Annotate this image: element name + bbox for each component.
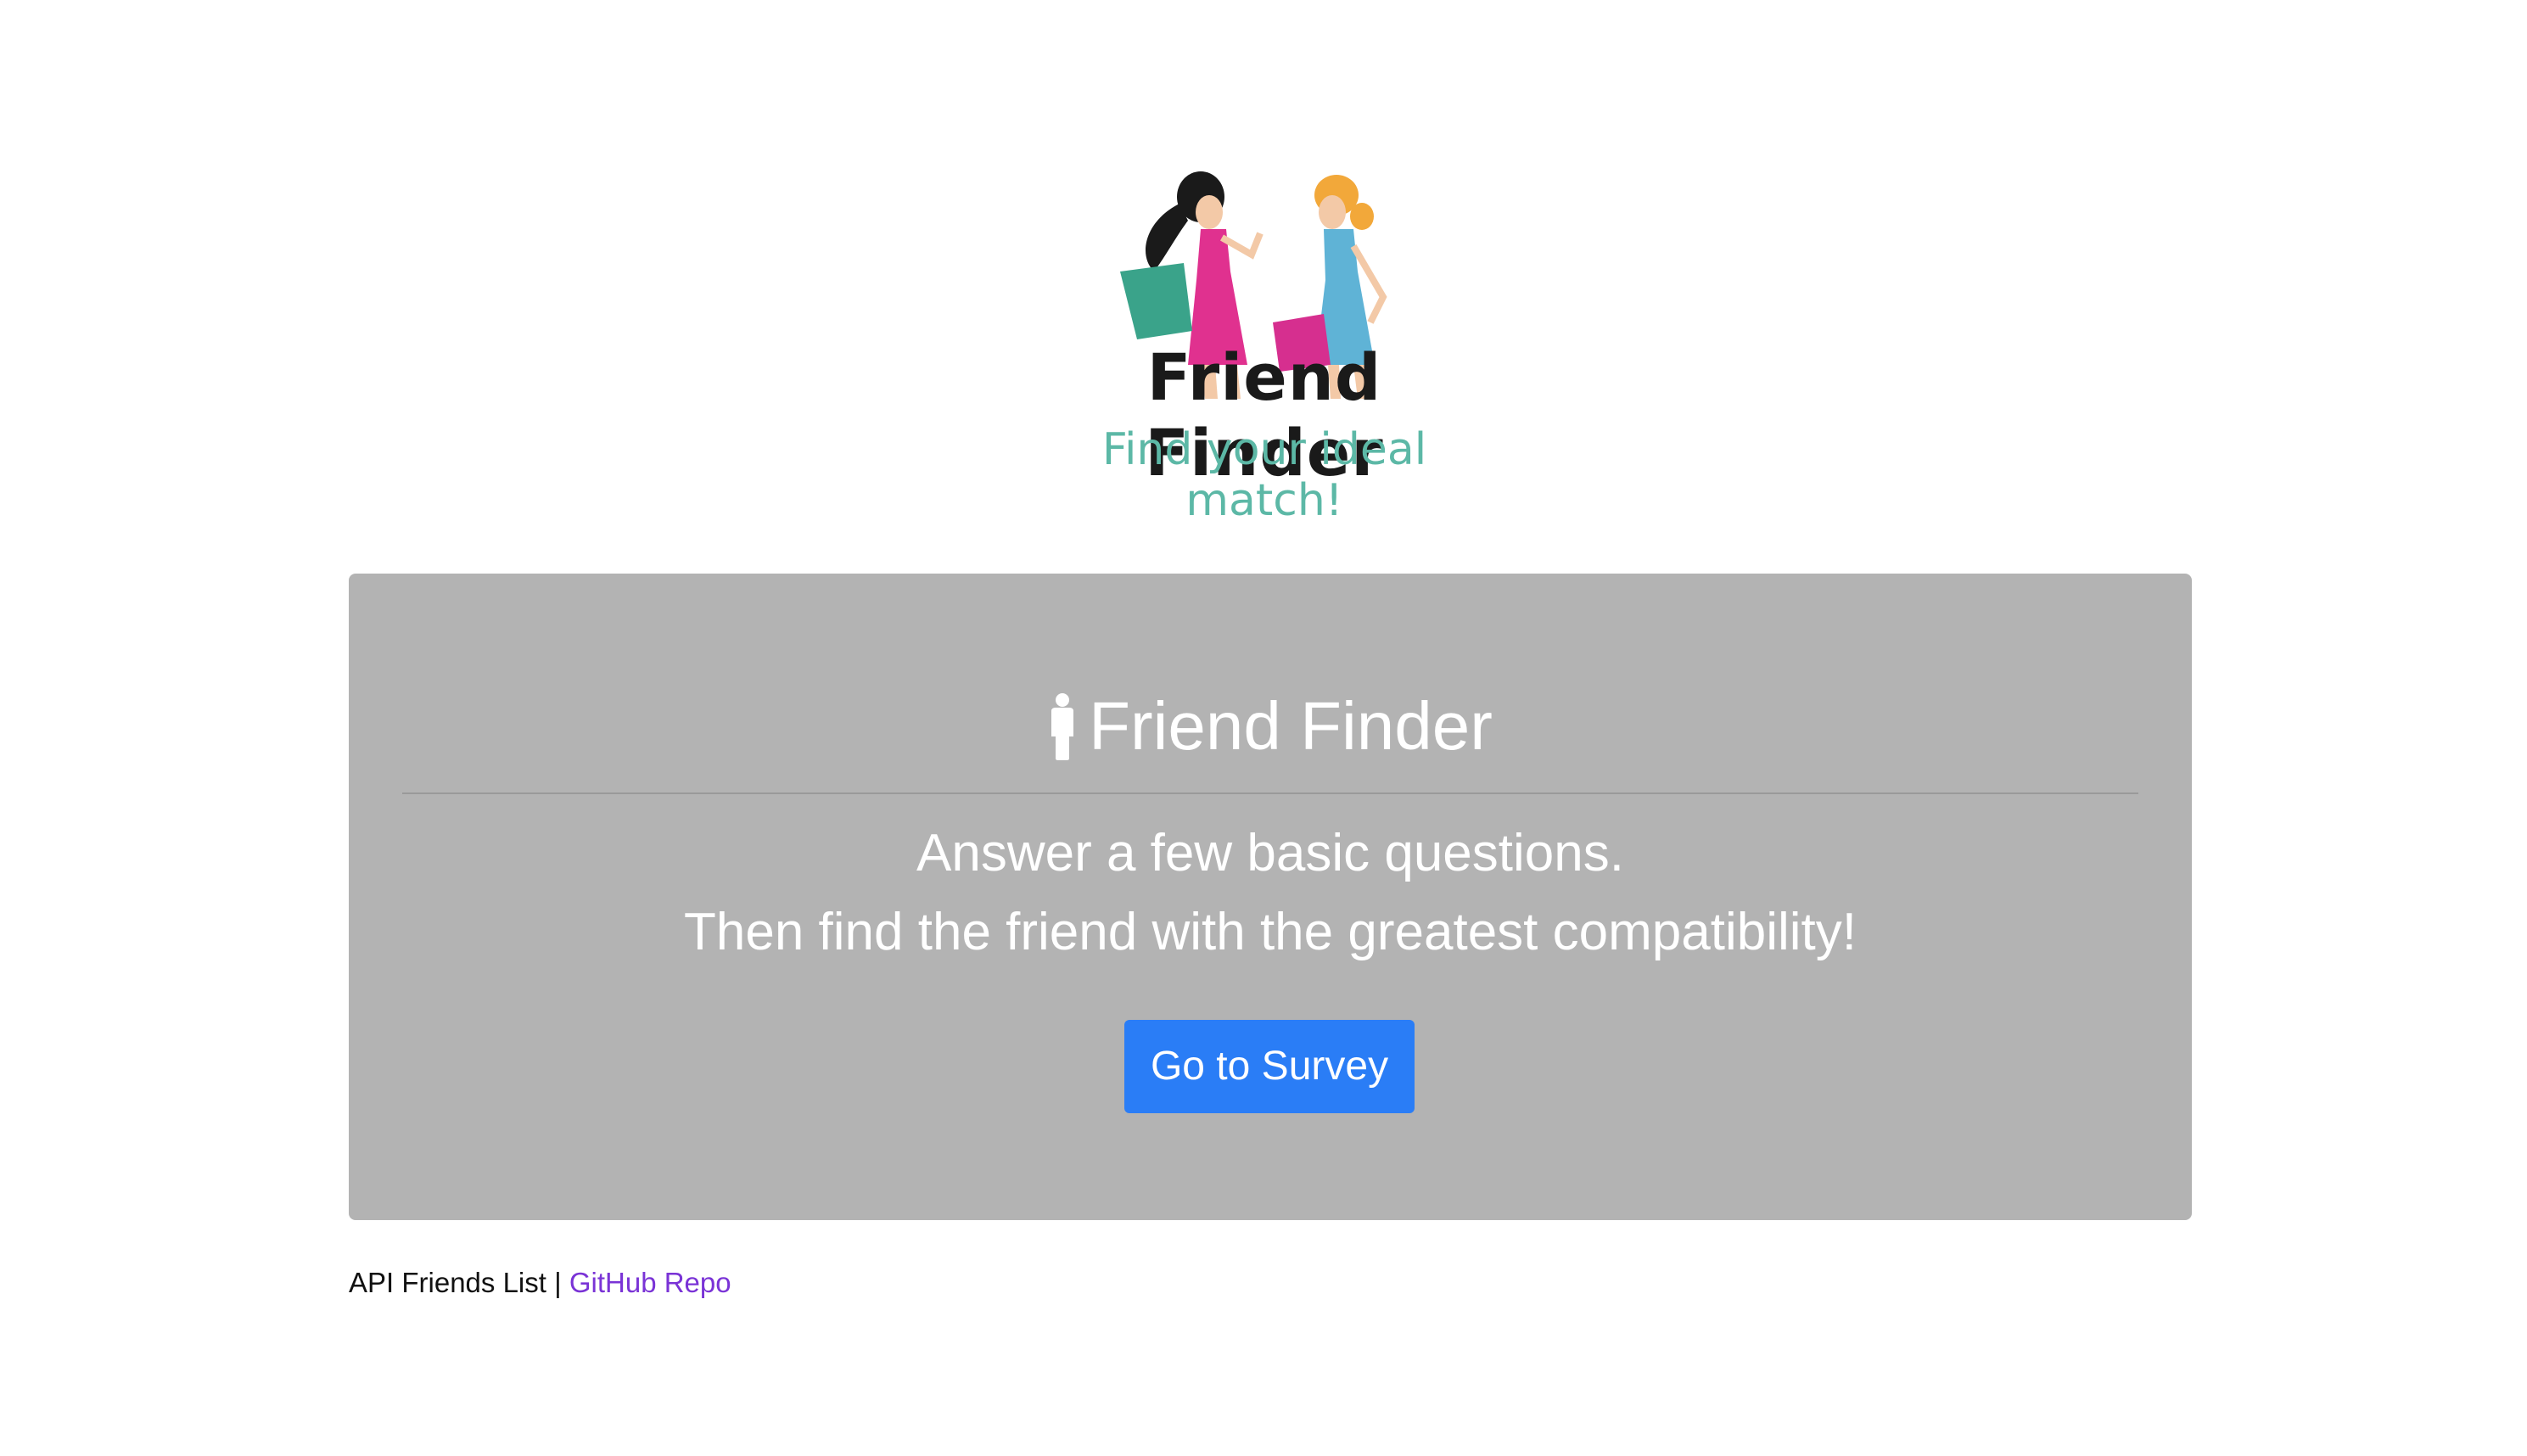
jumbotron: Friend Finder Answer a few basic questio… xyxy=(349,574,2192,1220)
api-friends-list-link[interactable]: API Friends List xyxy=(349,1267,546,1298)
jumbotron-divider xyxy=(402,792,2138,794)
logo-tagline: Find your ideal match! xyxy=(1101,424,1427,526)
jumbotron-lead-line-1: Answer a few basic questions. xyxy=(916,824,1624,882)
person-icon xyxy=(1048,692,1077,760)
go-to-survey-button[interactable]: Go to Survey xyxy=(1124,1020,1415,1113)
jumbotron-heading-text: Friend Finder xyxy=(1089,688,1493,764)
github-repo-link[interactable]: GitHub Repo xyxy=(569,1267,731,1298)
friend-finder-logo: Friend Finder Find your ideal match! xyxy=(1018,93,1510,526)
jumbotron-lead-line-2: Then find the friend with the greatest c… xyxy=(684,903,1857,961)
footer-separator: | xyxy=(554,1267,562,1298)
jumbotron-heading: Friend Finder xyxy=(349,684,2192,769)
footer: API Friends List | GitHub Repo xyxy=(349,1263,731,1303)
page: Friend Finder Find your ideal match! Fri… xyxy=(0,0,2527,1456)
